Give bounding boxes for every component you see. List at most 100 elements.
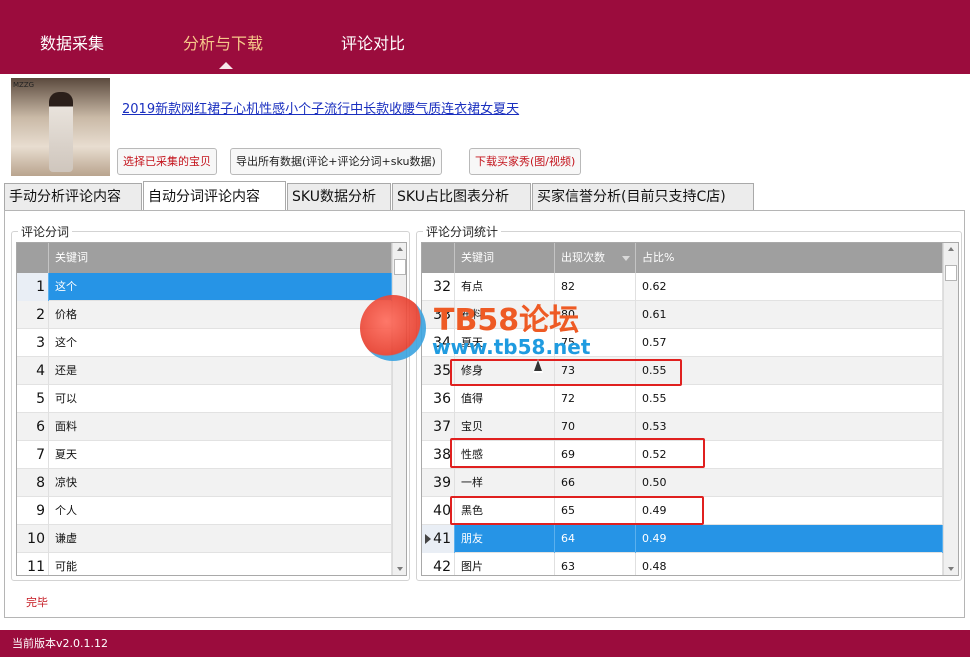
tab-buyer-credit[interactable]: 买家信誉分析(目前只支持C店) (532, 183, 754, 210)
keyword-row[interactable]: 10 谦虚 (17, 525, 392, 553)
keyword-row[interactable]: 7 夏天 (17, 441, 392, 469)
stats-index-header (422, 243, 455, 273)
nav-tab-data-collection[interactable]: 数据采集 (40, 30, 104, 54)
stats-pct-cell: 0.57 (636, 329, 943, 357)
stats-row[interactable]: 39 一样 66 0.50 (422, 469, 943, 497)
right-group-label: 评论分词统计 (423, 223, 502, 240)
scroll-thumb[interactable] (394, 259, 406, 275)
stats-row-index: 32 (422, 273, 455, 301)
select-collected-item-button[interactable]: 选择已采集的宝贝 (117, 148, 217, 175)
stats-row-index: 34 (422, 329, 455, 357)
stats-row[interactable]: 36 值得 72 0.55 (422, 385, 943, 413)
row-index: 1 (17, 273, 49, 301)
active-nav-indicator (219, 62, 233, 69)
stats-count-cell: 66 (555, 469, 636, 497)
keyword-cell: 可能 (49, 553, 392, 575)
stats-count-header-label: 出现次数 (561, 251, 605, 264)
stats-count-cell: 72 (555, 385, 636, 413)
keyword-cell: 凉快 (49, 469, 392, 497)
keyword-row[interactable]: 8 凉快 (17, 469, 392, 497)
keyword-row[interactable]: 5 可以 (17, 385, 392, 413)
keyword-cell: 价格 (49, 301, 392, 329)
version-label: 当前版本v2.0.1.12 (12, 637, 108, 650)
stats-keyword-cell: 一样 (455, 469, 555, 497)
highlight-box-row-40 (450, 496, 704, 525)
keyword-row[interactable]: 3 这个 (17, 329, 392, 357)
row-index: 5 (17, 385, 49, 413)
keyword-row[interactable]: 6 面料 (17, 413, 392, 441)
stats-pct-cell: 0.62 (636, 273, 943, 301)
footer-bar: 当前版本v2.0.1.12 (0, 630, 970, 657)
stats-count-cell: 64 (555, 525, 636, 553)
tab-sku-chart[interactable]: SKU占比图表分析 (392, 183, 531, 210)
keyword-column-header[interactable]: 关键词 (49, 243, 392, 273)
stats-pct-cell: 0.50 (636, 469, 943, 497)
keyword-row[interactable]: 1 这个 (17, 273, 392, 301)
stats-pct-cell: 0.55 (636, 385, 943, 413)
keyword-cell: 这个 (49, 329, 392, 357)
stats-row-index: 37 (422, 413, 455, 441)
stats-keyword-cell: 夏天 (455, 329, 555, 357)
keyword-row[interactable]: 9 个人 (17, 497, 392, 525)
keyword-grid-scrollbar[interactable] (392, 243, 406, 575)
highlight-box-row-35 (450, 359, 682, 386)
stats-pct-cell: 0.48 (636, 553, 943, 575)
stats-row[interactable]: 33 布料 80 0.61 (422, 301, 943, 329)
keyword-row[interactable]: 11 可能 (17, 553, 392, 575)
keyword-cell: 这个 (49, 273, 392, 301)
row-index: 4 (17, 357, 49, 385)
scroll-up-icon[interactable] (397, 247, 403, 251)
tab-auto-segment[interactable]: 自动分词评论内容 (143, 181, 286, 210)
tab-manual-analysis[interactable]: 手动分析评论内容 (4, 183, 142, 210)
index-header (17, 243, 49, 273)
stats-pct-cell: 0.49 (636, 525, 943, 553)
keyword-grid[interactable]: 关键词 1 这个 2 价格 3 这个 4 还是 5 可以 6 面料 7 夏天 8 凉快 9 个人 10 谦虚 11 可能 (16, 242, 407, 576)
row-index: 6 (17, 413, 49, 441)
stats-count-header[interactable]: 出现次数 (555, 243, 636, 273)
stats-scroll-up-icon[interactable] (948, 247, 954, 251)
keyword-grid-header: 关键词 (17, 243, 392, 273)
stats-pct-header[interactable]: 占比% (636, 243, 943, 273)
keyword-cell: 可以 (49, 385, 392, 413)
keyword-stats-grid[interactable]: 关键词 出现次数 占比% 32 有点 82 0.62 33 布料 80 0.61 34 夏天 75 0… (421, 242, 959, 576)
stats-count-cell: 80 (555, 301, 636, 329)
row-index: 3 (17, 329, 49, 357)
row-index: 7 (17, 441, 49, 469)
scroll-down-icon[interactable] (397, 567, 403, 571)
keyword-cell: 面料 (49, 413, 392, 441)
product-thumbnail: MZZG (11, 78, 110, 176)
stats-grid-header: 关键词 出现次数 占比% (422, 243, 943, 273)
stats-keyword-header[interactable]: 关键词 (455, 243, 555, 273)
stats-keyword-cell: 宝贝 (455, 413, 555, 441)
keyword-row[interactable]: 4 还是 (17, 357, 392, 385)
highlight-box-row-38 (450, 438, 705, 468)
stats-pct-cell: 0.61 (636, 301, 943, 329)
row-index: 10 (17, 525, 49, 553)
product-title-link[interactable]: 2019新款网红裙子心机性感小个子流行中长款收腰气质连衣裙女夏天 (122, 98, 519, 117)
row-index: 2 (17, 301, 49, 329)
stats-row[interactable]: 32 有点 82 0.62 (422, 273, 943, 301)
right-group-box: 评论分词统计 关键词 出现次数 占比% 32 有点 82 0.62 33 布料 80 0.61… (416, 223, 962, 581)
row-index: 11 (17, 553, 49, 575)
stats-scroll-down-icon[interactable] (948, 567, 954, 571)
stats-row[interactable]: 41 朋友 64 0.49 (422, 525, 943, 553)
tab-sku-analysis[interactable]: SKU数据分析 (287, 183, 391, 210)
nav-tab-analysis-download[interactable]: 分析与下载 (183, 30, 263, 54)
stats-grid-scrollbar[interactable] (943, 243, 958, 575)
export-all-data-button[interactable]: 导出所有数据(评论+评论分词+sku数据) (230, 148, 442, 175)
keyword-cell: 夏天 (49, 441, 392, 469)
stats-keyword-cell: 有点 (455, 273, 555, 301)
row-index: 9 (17, 497, 49, 525)
nav-tab-comment-compare[interactable]: 评论对比 (341, 30, 405, 54)
keyword-cell: 个人 (49, 497, 392, 525)
stats-scroll-thumb[interactable] (945, 265, 957, 281)
mouse-cursor-icon (533, 359, 543, 373)
keyword-row[interactable]: 2 价格 (17, 301, 392, 329)
row-index: 8 (17, 469, 49, 497)
stats-row-index: 36 (422, 385, 455, 413)
stats-row[interactable]: 37 宝贝 70 0.53 (422, 413, 943, 441)
download-buyer-show-button[interactable]: 下载买家秀(图/视频) (469, 148, 582, 175)
stats-row[interactable]: 34 夏天 75 0.57 (422, 329, 943, 357)
stats-count-cell: 75 (555, 329, 636, 357)
stats-row[interactable]: 42 图片 63 0.48 (422, 553, 943, 575)
